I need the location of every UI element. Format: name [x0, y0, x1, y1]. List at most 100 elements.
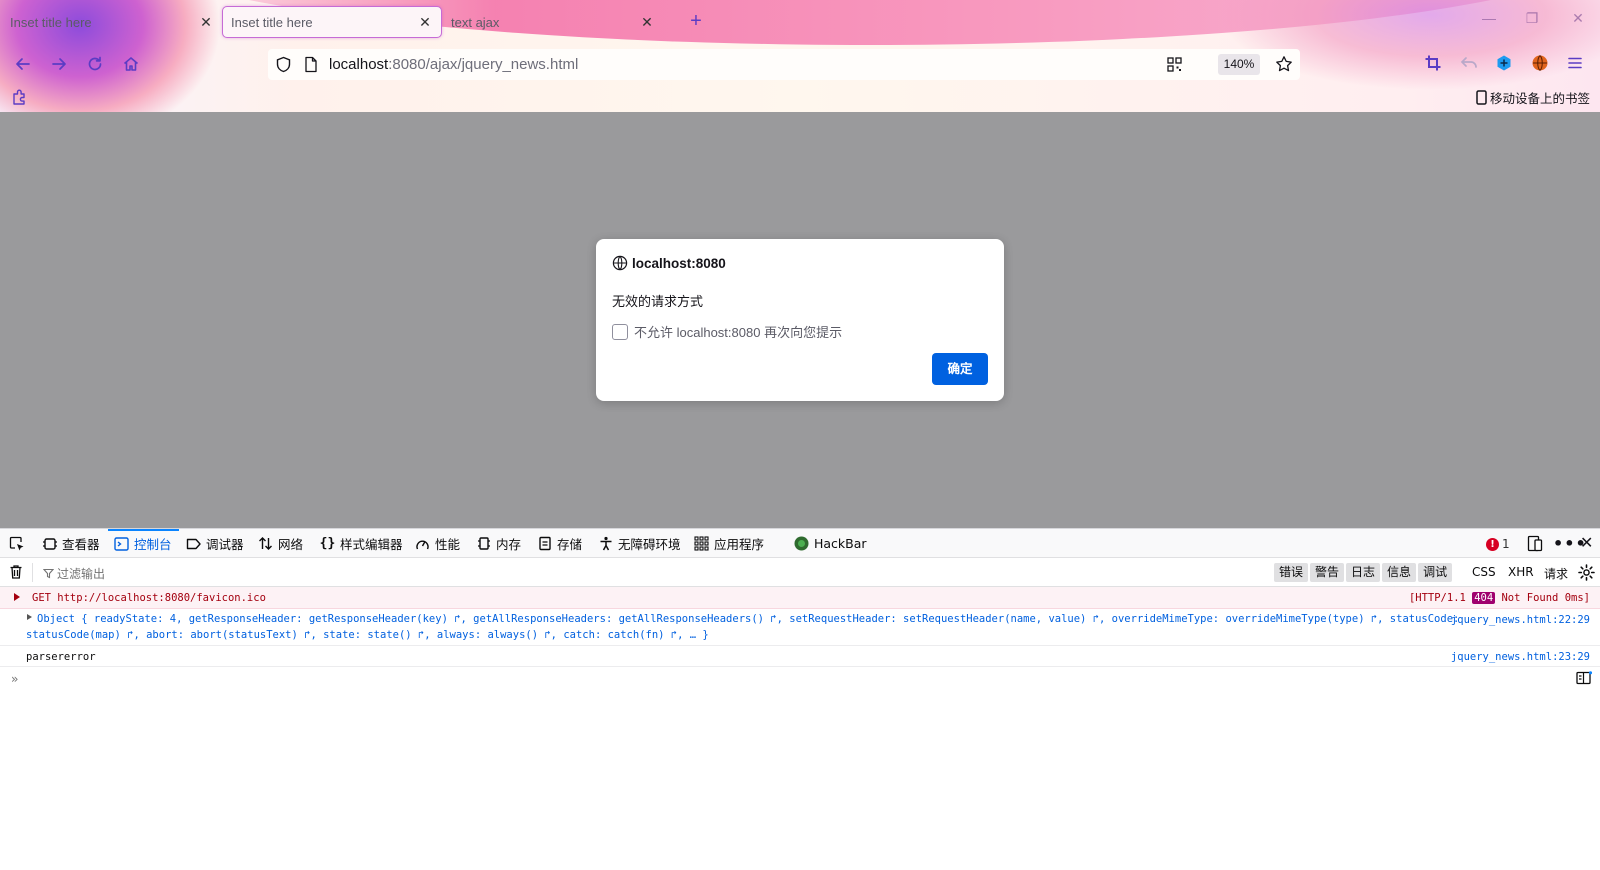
responsive-design-icon[interactable] [1527, 535, 1543, 556]
tab-label: 存储 [557, 537, 583, 552]
filter-warnings-button[interactable]: 警告 [1310, 563, 1345, 582]
source-link[interactable]: jquery_news.html:23:29 [1451, 651, 1590, 663]
home-button[interactable] [119, 52, 143, 76]
filter-logs-button[interactable]: 日志 [1346, 563, 1381, 582]
reload-icon [88, 56, 102, 71]
memory-icon [476, 536, 491, 551]
tab-style-editor[interactable]: {} 样式编辑器 [320, 529, 403, 558]
application-icon [694, 536, 709, 551]
filter-info-button[interactable]: 信息 [1382, 563, 1417, 582]
tab-label: HackBar [814, 536, 867, 551]
close-devtools-icon[interactable]: ✕ [1580, 533, 1593, 552]
element-picker-icon[interactable] [8, 535, 25, 556]
forward-arrow-icon [52, 58, 66, 70]
inspector-icon [42, 536, 57, 551]
console-settings-gear-icon[interactable] [1578, 564, 1595, 585]
back-arrow-icon [16, 58, 30, 70]
console-object-row[interactable]: Object { readyState: 4, getResponseHeade… [0, 609, 1600, 646]
filter-xhr-button[interactable]: XHR [1508, 565, 1534, 579]
browser-tab[interactable]: text ajax ✕ [443, 6, 663, 38]
app-menu-icon[interactable] [1566, 54, 1584, 75]
bookmark-star-icon[interactable] [1275, 55, 1293, 76]
filter-debug-button[interactable]: 调试 [1418, 563, 1453, 582]
tab-label: 性能 [435, 537, 461, 552]
ok-button[interactable]: 确定 [932, 353, 988, 385]
browser-tab[interactable]: Inset title here ✕ [2, 6, 222, 38]
close-tab-icon[interactable]: ✕ [639, 14, 655, 30]
reload-button[interactable] [83, 52, 107, 76]
dialog-message: 无效的请求方式 [612, 294, 704, 309]
extension-cube-icon[interactable] [1495, 54, 1513, 75]
minimize-icon[interactable]: — [1479, 10, 1499, 32]
error-count: 1 [1502, 537, 1510, 551]
tab-application[interactable]: 应用程序 [694, 529, 764, 558]
request-url: GET http://localhost:8080/favicon.ico [32, 592, 266, 604]
devtools-panel: 查看器 控制台 调试器 网络 {} 样式编辑器 性能 内存 存储 无障碍环境 应… [0, 528, 1600, 870]
close-tab-icon[interactable]: ✕ [417, 14, 433, 30]
tab-label: 应用程序 [714, 537, 765, 552]
console-error-row[interactable]: GET http://localhost:8080/favicon.ico [H… [0, 587, 1600, 609]
tab-inspector[interactable]: 查看器 [42, 529, 100, 558]
log-level-filters: 错误 警告 日志 信息 调试 [1274, 563, 1453, 582]
filter-errors-button[interactable]: 错误 [1274, 563, 1309, 582]
tab-memory[interactable]: 内存 [476, 529, 521, 558]
object-preview-line2[interactable]: statusCode(map) ↱, abort: abort(statusTe… [26, 629, 709, 641]
object-preview-line1[interactable]: Object { readyState: 4, getResponseHeade… [37, 613, 1459, 625]
filter-css-button[interactable]: CSS [1472, 565, 1496, 579]
tab-debugger[interactable]: 调试器 [186, 529, 244, 558]
tab-hackbar[interactable]: HackBar [794, 529, 867, 558]
shield-icon[interactable] [275, 56, 292, 76]
error-count-badge[interactable]: ! 1 [1486, 535, 1510, 553]
devtools-tab-bar: 查看器 控制台 调试器 网络 {} 样式编辑器 性能 内存 存储 无障碍环境 应… [0, 529, 1600, 558]
error-icon: ! [1486, 537, 1499, 551]
tab-title: Inset title here [231, 14, 313, 30]
console-filter-bar: 过滤输出 错误 警告 日志 信息 调试 CSS XHR 请求 [0, 558, 1600, 587]
filter-requests-button[interactable]: 请求 [1544, 565, 1568, 582]
tab-label: 样式编辑器 [340, 537, 403, 552]
new-tab-button[interactable]: + [686, 11, 706, 32]
source-link[interactable]: jquery_news.html:22:29 [1451, 614, 1590, 626]
http-status: [HTTP/1.1 404 Not Found 0ms] [1409, 592, 1590, 604]
editor-mode-icon[interactable] [1576, 671, 1593, 688]
screenshot-crop-icon[interactable] [1424, 54, 1442, 75]
tab-performance[interactable]: 性能 [415, 529, 460, 558]
extensions-puzzle-icon[interactable] [11, 88, 29, 109]
network-icon [258, 536, 273, 551]
tab-label: 内存 [496, 537, 522, 552]
close-window-icon[interactable]: ✕ [1568, 10, 1588, 32]
url-host: localhost [329, 56, 389, 73]
back-button[interactable] [11, 52, 35, 76]
console-icon [114, 536, 129, 551]
filter-placeholder: 过滤输出 [57, 567, 106, 581]
browser-tab-active[interactable]: Inset title here ✕ [222, 6, 442, 38]
accessibility-icon [598, 536, 613, 551]
undo-extension-icon[interactable] [1460, 54, 1478, 75]
expand-arrow-icon[interactable] [27, 614, 32, 620]
qr-code-icon[interactable] [1166, 56, 1183, 76]
forward-button[interactable] [47, 52, 71, 76]
page-info-icon[interactable] [303, 56, 319, 76]
tab-console[interactable]: 控制台 [108, 529, 178, 558]
filter-output-input[interactable]: 过滤输出 [43, 565, 105, 582]
divider [32, 563, 33, 582]
expand-arrow-icon[interactable] [14, 593, 20, 601]
mobile-bookmarks-folder[interactable]: 移动设备上的书签 [1476, 88, 1590, 107]
dialog-origin-text: localhost:8080 [632, 255, 726, 271]
zoom-level-button[interactable]: 140% [1218, 54, 1260, 75]
checkbox-box[interactable] [612, 323, 628, 340]
suppress-dialogs-checkbox[interactable]: 不允许 localhost:8080 再次向您提示 [612, 322, 842, 341]
tab-label: 调试器 [206, 537, 244, 552]
tab-network[interactable]: 网络 [258, 529, 303, 558]
console-input[interactable]: » [0, 667, 1600, 689]
url-text[interactable]: localhost:8080/ajax/jquery_news.html [329, 56, 578, 73]
mobile-bookmarks-label: 移动设备上的书签 [1489, 92, 1590, 106]
console-output: GET http://localhost:8080/favicon.ico [H… [0, 587, 1600, 689]
tab-storage[interactable]: 存储 [537, 529, 582, 558]
tab-accessibility[interactable]: 无障碍环境 [598, 529, 681, 558]
extension-ball-icon[interactable] [1531, 54, 1549, 75]
close-tab-icon[interactable]: ✕ [198, 14, 214, 30]
restore-icon[interactable]: ❐ [1522, 10, 1542, 32]
url-bar[interactable]: localhost:8080/ajax/jquery_news.html 140… [268, 49, 1300, 80]
performance-icon [415, 536, 430, 551]
trash-icon[interactable] [9, 564, 23, 584]
